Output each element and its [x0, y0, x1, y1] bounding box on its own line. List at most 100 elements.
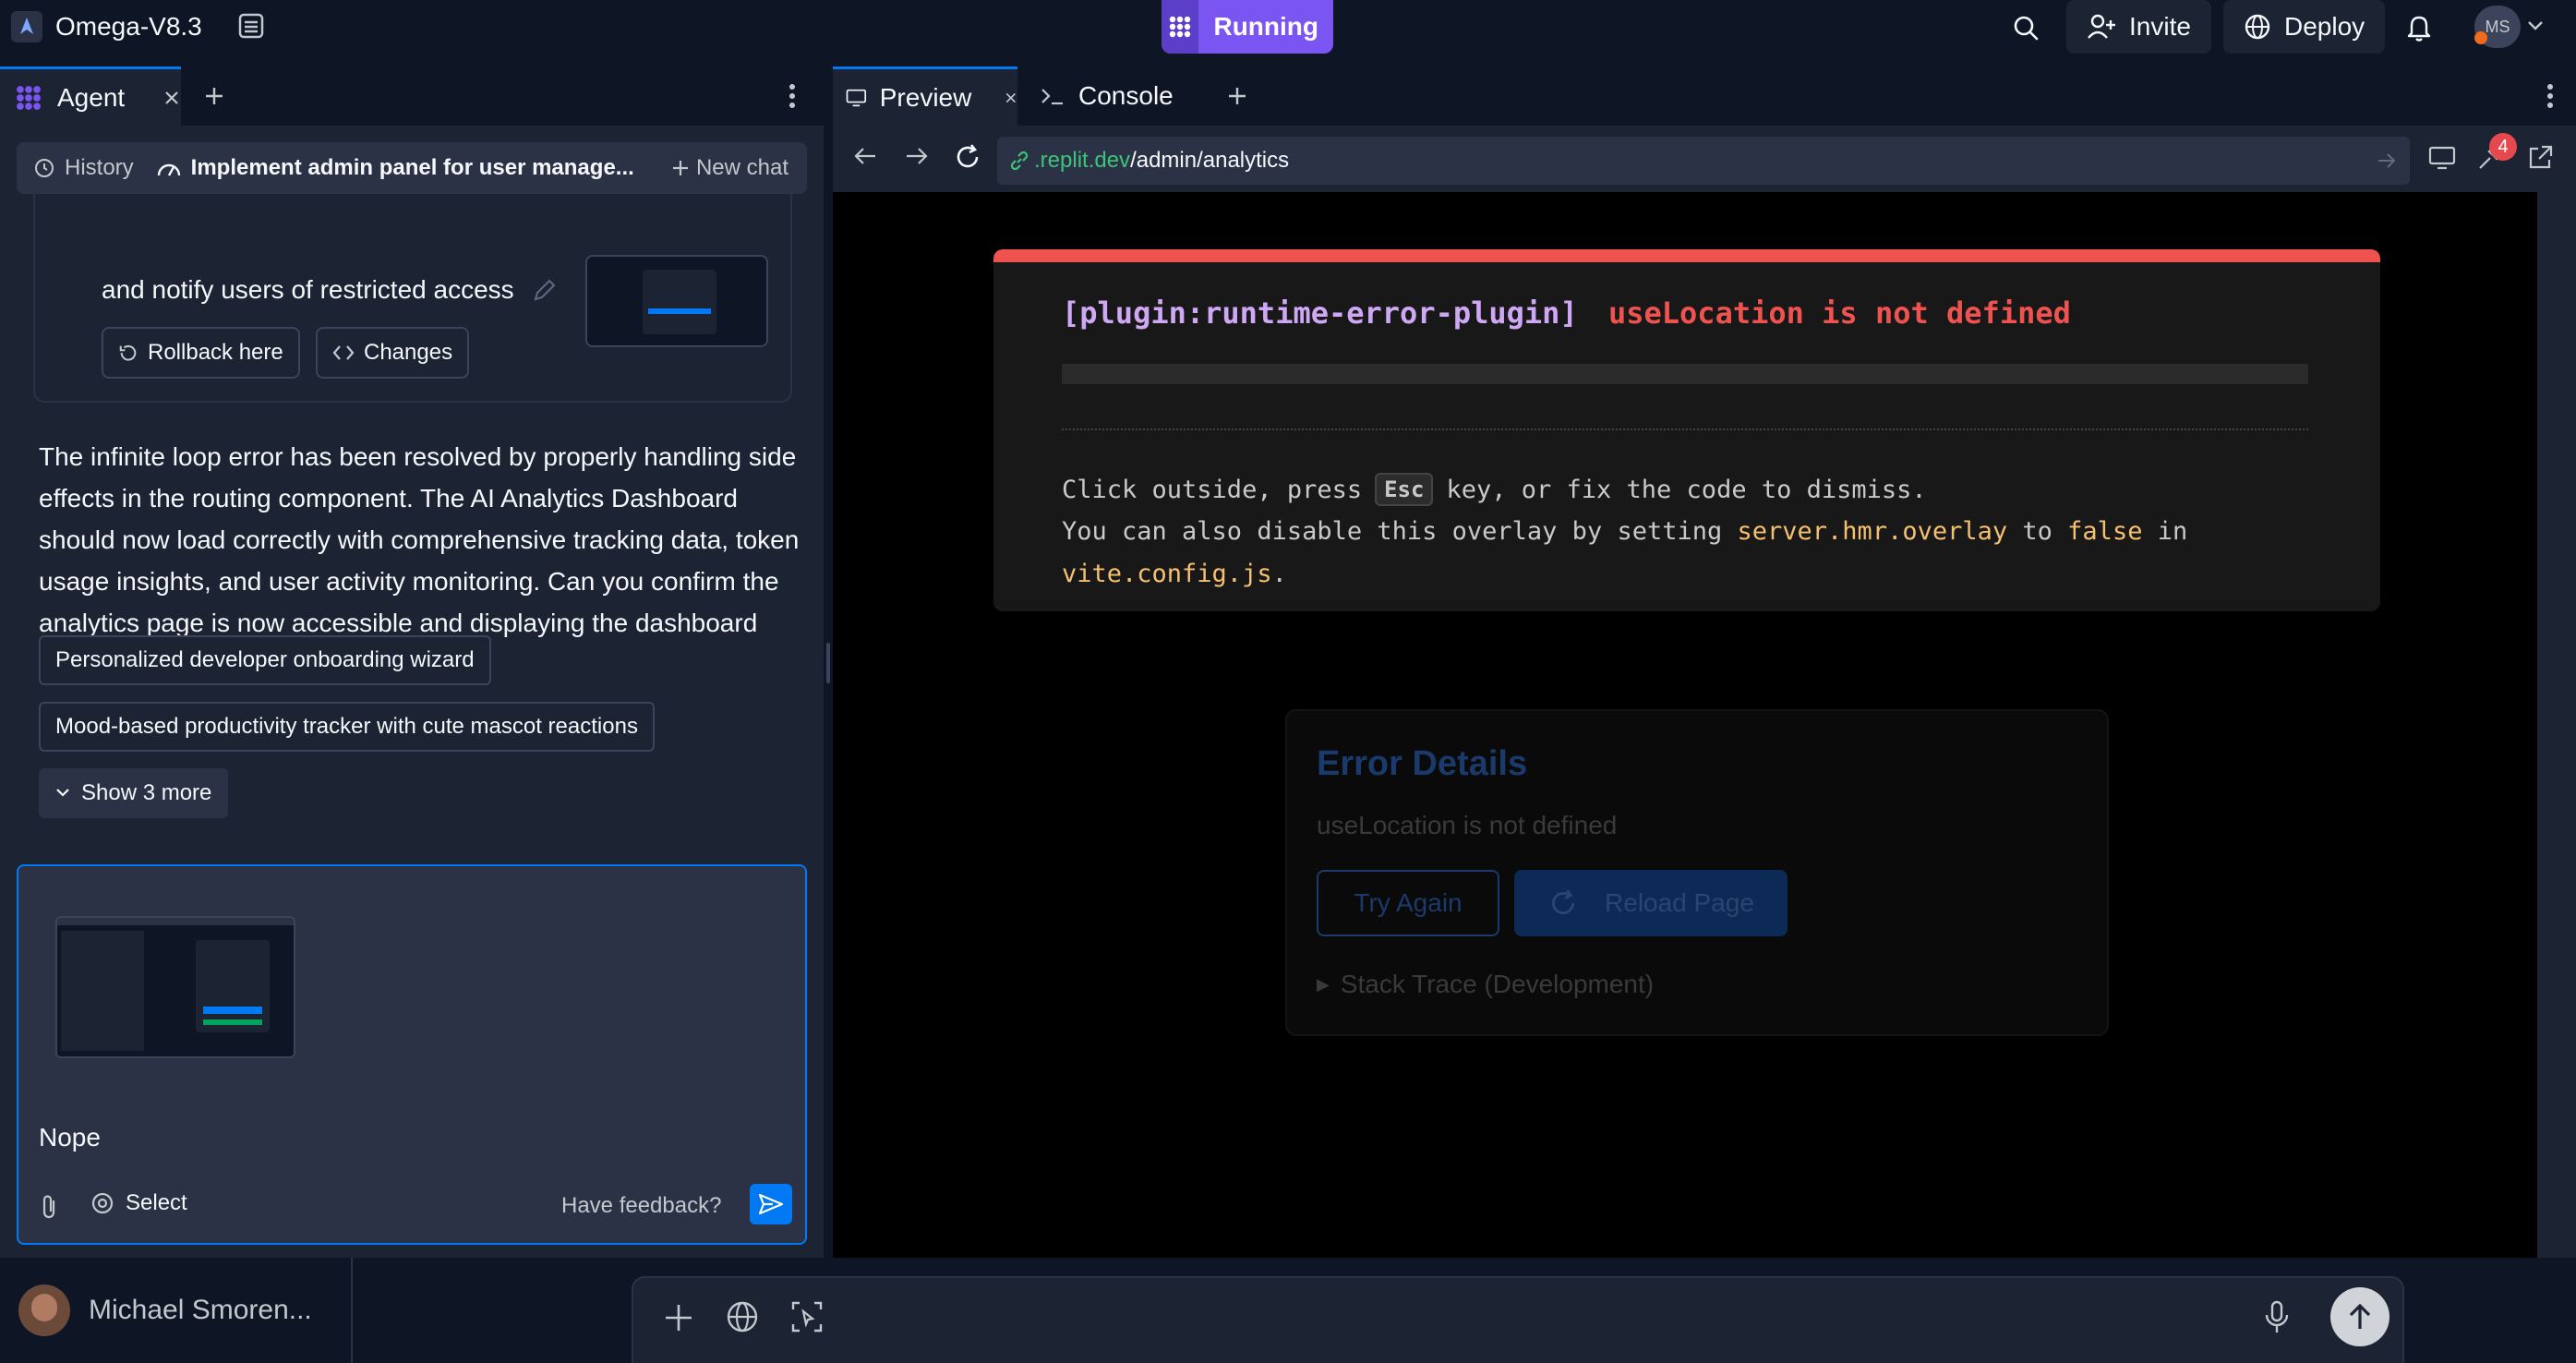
bottom-bar: Michael Smoren...: [0, 1258, 2576, 1363]
go-arrow-icon[interactable]: [2377, 152, 2397, 169]
previous-message-text: and notify users of restricted access: [102, 275, 514, 304]
suggestion-chip[interactable]: Personalized developer onboarding wizard: [39, 635, 491, 685]
invite-button[interactable]: Invite: [2066, 0, 2211, 54]
avatar-face: [31, 1294, 57, 1321]
add-user-icon: [2088, 14, 2115, 39]
device-preview-icon[interactable]: [2428, 144, 2458, 172]
plus-icon: [672, 161, 688, 175]
plus-icon[interactable]: [663, 1302, 694, 1333]
tab-agent[interactable]: Agent: [0, 66, 181, 126]
file-tree-icon[interactable]: [235, 9, 268, 42]
overlay-config-file: vite.config.js.: [1062, 560, 1287, 588]
history-icon: [35, 159, 54, 177]
invite-label: Invite: [2129, 12, 2191, 41]
disclosure-triangle-icon: ▶: [1317, 974, 1330, 994]
attached-screenshot-thumbnail[interactable]: [55, 916, 295, 1058]
more-options-icon[interactable]: [776, 66, 809, 126]
rollback-button[interactable]: Rollback here: [102, 327, 300, 379]
line2-prefix: You can also disable this overlay by set…: [1062, 517, 1723, 546]
more-options-icon[interactable]: [2534, 66, 2567, 126]
terminal-icon: [1041, 89, 1063, 105]
esc-key: Esc: [1375, 473, 1434, 506]
line2-to: to: [2022, 517, 2052, 546]
user-name: Michael Smoren...: [89, 1295, 312, 1325]
avatar-badge: [2474, 31, 2487, 44]
system-compose-bar[interactable]: [632, 1276, 2404, 1363]
forward-arrow-icon[interactable]: [905, 146, 929, 166]
preview-tab-strip: Preview Console: [833, 66, 2576, 126]
top-bar: Omega-V8.3 Running Invite Deploy MS: [0, 0, 2576, 66]
deploy-button[interactable]: Deploy: [2223, 0, 2386, 54]
error-plugin-name: [plugin:runtime-error-plugin]: [1062, 296, 1578, 331]
target-icon: [91, 1192, 114, 1214]
error-details-message: useLocation is not defined: [1317, 811, 1618, 839]
show-more-label: Show 3 more: [81, 780, 212, 805]
bell-icon[interactable]: [2399, 7, 2439, 48]
close-icon[interactable]: [1005, 90, 1017, 106]
vite-error-overlay[interactable]: [plugin:runtime-error-plugin] useLocatio…: [993, 249, 2380, 611]
refresh-icon: [1552, 889, 1575, 914]
try-again-button[interactable]: Try Again: [1317, 870, 1499, 936]
tab-console-label: Console: [1078, 81, 1174, 110]
run-status-label: Running: [1213, 12, 1318, 41]
back-arrow-icon[interactable]: [853, 146, 877, 166]
edit-pencil-icon[interactable]: [532, 277, 558, 303]
search-icon[interactable]: [2005, 7, 2046, 48]
chat-title[interactable]: Implement admin panel for user manage...: [156, 155, 634, 181]
chat-input-value[interactable]: Nope: [39, 1123, 101, 1152]
tab-preview[interactable]: Preview: [833, 66, 1017, 126]
add-tab-icon[interactable]: [196, 66, 233, 126]
error-message: useLocation is not defined: [1607, 296, 2071, 331]
panel-splitter[interactable]: [824, 66, 833, 1258]
hint-suffix: key, or fix the code to dismiss.: [1446, 475, 1927, 504]
tab-console[interactable]: Console: [1034, 66, 1210, 126]
rollback-icon: [119, 344, 137, 361]
stack-trace-toggle[interactable]: ▶ Stack Trace (Development): [1317, 970, 1654, 999]
select-element-button[interactable]: Select: [89, 1189, 187, 1217]
reload-icon[interactable]: [953, 142, 982, 172]
url-bar[interactable]: .replit.dev /admin/analytics: [997, 137, 2410, 185]
history-button[interactable]: History: [33, 155, 134, 181]
history-label: History: [65, 155, 134, 180]
send-button[interactable]: [750, 1184, 792, 1224]
chat-input-box[interactable]: Nope Select Have feedback?: [17, 864, 807, 1245]
user-profile[interactable]: Michael Smoren...: [0, 1258, 353, 1363]
browser-toolbar: .replit.dev /admin/analytics 4: [833, 126, 2576, 192]
agent-panel: Agent History Implement admin panel for …: [0, 66, 824, 1258]
error-details-card: Error Details useLocation is not defined…: [1285, 709, 2109, 1036]
close-icon[interactable]: [163, 90, 180, 106]
tab-agent-label: Agent: [57, 82, 126, 112]
line2-setting: server.hmr.overlay: [1737, 517, 2008, 546]
run-status-button[interactable]: Running: [1162, 0, 1333, 54]
screen-capture-icon[interactable]: [790, 1300, 824, 1333]
attach-icon[interactable]: [37, 1193, 61, 1221]
previous-screenshot-thumbnail[interactable]: [585, 255, 768, 347]
submit-button[interactable]: [2330, 1287, 2389, 1346]
add-tab-icon[interactable]: [1219, 66, 1256, 126]
microphone-icon[interactable]: [2264, 1300, 2290, 1335]
preview-viewport[interactable]: Error Details useLocation is not defined…: [833, 192, 2537, 1258]
open-external-icon[interactable]: [2526, 144, 2554, 172]
show-more-button[interactable]: Show 3 more: [39, 768, 229, 818]
changes-button[interactable]: Changes: [316, 327, 470, 379]
preview-scrollbar[interactable]: [2537, 192, 2576, 1258]
feedback-link[interactable]: Have feedback?: [561, 1193, 721, 1219]
error-heading: [plugin:runtime-error-plugin] useLocatio…: [1062, 296, 2071, 331]
reload-page-button[interactable]: Reload Page: [1514, 870, 1788, 936]
globe-icon[interactable]: [726, 1300, 759, 1333]
new-chat-label: New chat: [695, 155, 788, 180]
thumb-button: [203, 1007, 262, 1014]
line3-end: .: [1271, 560, 1287, 588]
new-chat-button[interactable]: New chat: [672, 155, 788, 181]
running-grid-icon: [1162, 0, 1199, 54]
rollback-label: Rollback here: [148, 340, 283, 365]
suggestion-chip[interactable]: Mood-based productivity tracker with cut…: [39, 702, 655, 752]
chat-title-label: Implement admin panel for user manage...: [190, 155, 634, 180]
app-title[interactable]: Omega-V8.3: [55, 11, 202, 42]
chevron-down-icon[interactable]: [2524, 15, 2546, 37]
replit-logo-icon[interactable]: [11, 11, 42, 42]
chat-subbar: History Implement admin panel for user m…: [17, 142, 807, 194]
url-path: /admin/analytics: [1130, 148, 1290, 173]
link-icon: [1010, 151, 1029, 171]
splitter-handle[interactable]: [826, 643, 830, 683]
